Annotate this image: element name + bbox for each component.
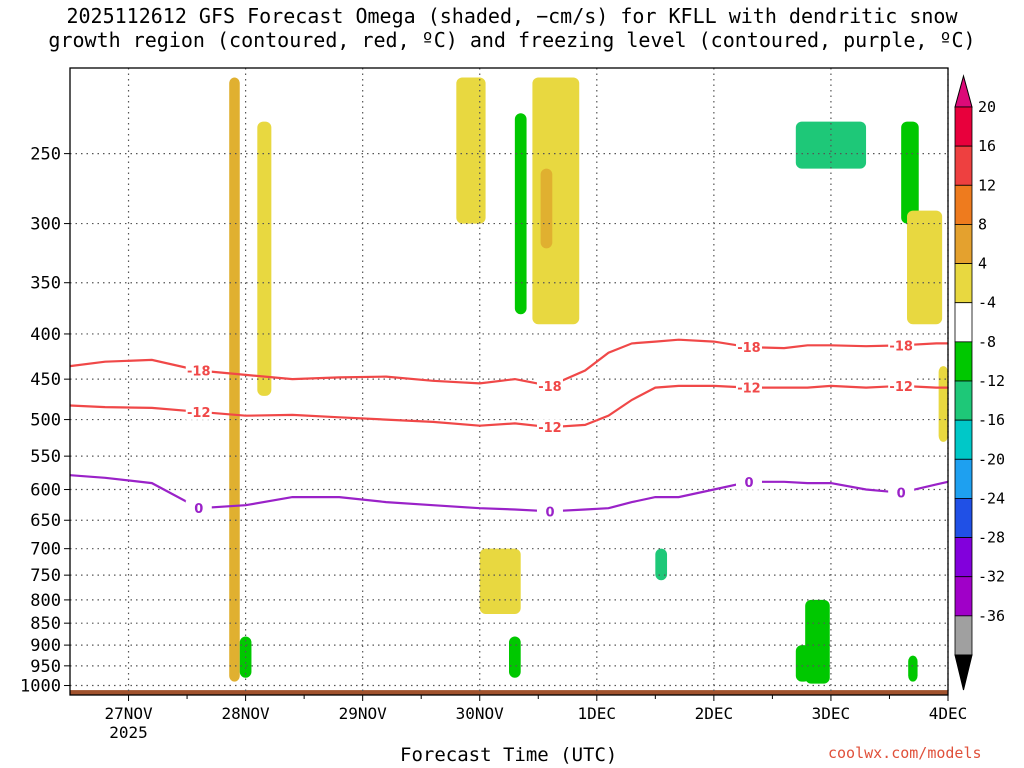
colorbar-label: 20 <box>978 98 996 116</box>
y-tick-label: 550 <box>30 447 61 467</box>
x-tick-label: 1DEC <box>578 704 617 723</box>
colorbar-label: -24 <box>978 489 1005 507</box>
omega-patch <box>795 645 810 682</box>
colorbar-label: 8 <box>978 215 987 233</box>
x-tick-label: 4DEC <box>929 704 968 723</box>
contour-label: 0 <box>545 505 554 520</box>
colorbar-band <box>954 341 973 382</box>
colorbar-band <box>954 380 973 421</box>
colorbar-band <box>954 224 973 264</box>
colorbar-band <box>954 302 973 343</box>
colorbar-label: -36 <box>978 607 1005 625</box>
omega-shading <box>229 77 948 684</box>
x-tick-label: 29NOV <box>339 704 388 723</box>
contour-label: 0 <box>897 487 906 502</box>
y-tick-label: 600 <box>30 481 61 501</box>
omega-patch <box>907 210 943 325</box>
y-tick-label: 950 <box>30 657 61 677</box>
y-tick-label: 500 <box>30 411 61 431</box>
contour-label: -12 <box>538 421 562 436</box>
omega-patch <box>908 655 918 682</box>
y-tick-label: 900 <box>30 636 61 656</box>
omega-patch <box>257 121 272 396</box>
omega-patch <box>540 168 553 249</box>
colorbar-label: -8 <box>978 333 996 351</box>
contour-label: -18 <box>538 380 562 395</box>
omega-patch <box>509 636 521 678</box>
omega-patch <box>456 77 486 224</box>
y-tick-label: 450 <box>30 370 61 390</box>
chart-svg: -18 -18 -18 -18 -12 -12 -12 -12 0 0 0 0 250 300 350 40… <box>20 67 1005 742</box>
temperature-contours: -18 -18 -18 -18 -12 -12 -12 -12 0 0 0 0 <box>69 337 949 520</box>
y-tick-label: 1000 <box>20 677 61 697</box>
colorbar-top-arrow <box>954 74 973 108</box>
y-tick-label: 800 <box>30 591 61 611</box>
x-tick-label: 30NOV <box>456 704 505 723</box>
y-tick-label: 650 <box>30 511 61 531</box>
contour-label: -18 <box>187 365 211 380</box>
y-tick-label: 250 <box>30 145 61 165</box>
colorbar-band <box>954 615 973 656</box>
colorbar-label: -4 <box>978 294 996 312</box>
contour-label: -12 <box>737 382 761 397</box>
omega-patch <box>901 121 919 224</box>
colorbar-label: -32 <box>978 568 1005 586</box>
contour-label: 0 <box>744 476 753 491</box>
colorbar-band <box>954 263 973 304</box>
x-tick-sublabel: 2025 <box>109 723 148 742</box>
y-tick-label: 400 <box>30 325 61 345</box>
colorbar-label: -12 <box>978 372 1005 390</box>
colorbar: 20 16 12 8 4 -4 -8 -12 -16 -20 -24 -28 -32 -36 <box>954 74 1005 691</box>
credit-link[interactable]: coolwx.com/models <box>828 744 982 762</box>
colorbar-label: 4 <box>978 255 987 273</box>
contour-label: 0 <box>194 502 203 517</box>
y-tick-label: 300 <box>30 215 61 235</box>
colorbar-band <box>954 145 973 186</box>
colorbar-band <box>954 498 973 538</box>
colorbar-label: 12 <box>978 176 996 194</box>
x-tick-label: 3DEC <box>812 704 851 723</box>
colorbar-band <box>954 106 973 147</box>
colorbar-band <box>954 576 973 617</box>
colorbar-label: -16 <box>978 411 1005 429</box>
y-tick-label: 350 <box>30 274 61 294</box>
x-axis-title: Forecast Time (UTC) <box>400 744 618 766</box>
colorbar-bottom-arrow <box>954 654 973 691</box>
x-tick-label: 28NOV <box>222 704 271 723</box>
y-tick-label: 850 <box>30 614 61 634</box>
colorbar-band <box>954 419 973 460</box>
x-tick-label: 2DEC <box>695 704 734 723</box>
omega-patch <box>479 548 521 615</box>
x-tick-label: 27NOV <box>104 704 153 723</box>
omega-patch <box>532 77 580 325</box>
ground-bar <box>70 690 948 695</box>
contour-label: -18 <box>737 341 761 356</box>
contour-label: -12 <box>889 380 913 395</box>
contour-label: -12 <box>187 406 211 421</box>
ground-strip <box>70 690 948 695</box>
colorbar-label: 16 <box>978 137 996 155</box>
colorbar-band <box>954 537 973 578</box>
y-tick-label: 700 <box>30 540 61 560</box>
colorbar-label: -28 <box>978 529 1005 547</box>
omega-patch <box>514 113 527 315</box>
colorbar-band <box>954 184 973 225</box>
colorbar-label: -20 <box>978 450 1005 468</box>
colorbar-band <box>954 458 973 499</box>
contour-label: -18 <box>889 339 913 354</box>
omega-patch <box>938 366 948 442</box>
y-tick-label: 750 <box>30 566 61 586</box>
